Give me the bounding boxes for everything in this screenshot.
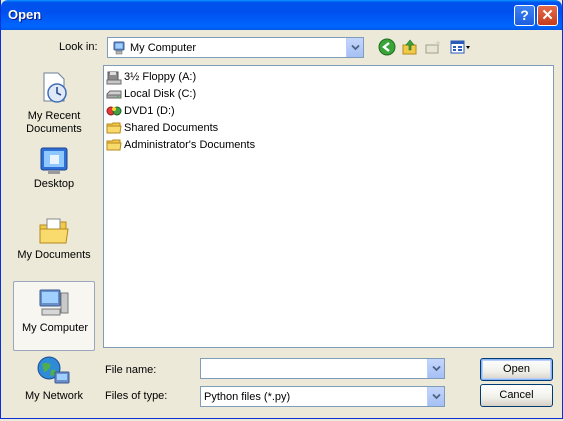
file-name: DVD1 (D:) bbox=[124, 105, 175, 117]
help-icon: ? bbox=[520, 7, 529, 23]
close-button[interactable]: ✕ bbox=[537, 5, 558, 26]
place-my-network[interactable]: My Network bbox=[13, 355, 95, 421]
place-my-computer[interactable]: My Computer bbox=[13, 281, 95, 351]
place-my-recent-documents[interactable]: My Recent Documents bbox=[13, 68, 95, 135]
place-my-documents[interactable]: My Documents bbox=[13, 212, 95, 278]
file-name: Shared Documents bbox=[124, 122, 219, 134]
recent-documents-icon bbox=[43, 72, 67, 103]
open-button[interactable]: Open bbox=[480, 358, 553, 381]
place-label: My Recent Documents bbox=[26, 110, 82, 135]
my-documents-icon bbox=[39, 218, 69, 244]
place-label: Desktop bbox=[33, 178, 75, 190]
my-network-icon bbox=[37, 356, 70, 384]
look-in-combo[interactable]: My Computer bbox=[107, 37, 364, 58]
file-name: Local Disk (C:) bbox=[124, 88, 197, 100]
views-menu-icon bbox=[450, 40, 470, 54]
place-label: My Documents bbox=[17, 249, 91, 261]
open-dialog: Open ? ✕ Look in: My Computer My Recent … bbox=[0, 0, 563, 419]
dvd-drive-icon bbox=[106, 106, 122, 116]
file-type-combo[interactable]: Python files (*.py) bbox=[200, 386, 445, 407]
folder-icon bbox=[106, 122, 122, 134]
back-button[interactable] bbox=[378, 38, 398, 57]
help-button[interactable]: ? bbox=[514, 5, 535, 26]
folder-icon bbox=[106, 139, 122, 151]
file-name-label: File name: bbox=[105, 364, 157, 376]
back-icon bbox=[378, 38, 396, 56]
places-bar: My Recent Documents Desktop My Documents bbox=[11, 64, 97, 406]
views-menu-button[interactable] bbox=[449, 38, 473, 57]
file-type-dropdown-button[interactable] bbox=[427, 387, 444, 406]
chevron-down-icon bbox=[432, 393, 441, 400]
title-bar[interactable]: Open ? ✕ bbox=[1, 0, 562, 30]
my-computer-icon bbox=[39, 289, 69, 316]
file-type-label: Files of type: bbox=[105, 390, 168, 402]
window-title: Open bbox=[8, 7, 42, 22]
file-type-value: Python files (*.py) bbox=[204, 391, 291, 403]
look-in-dropdown-button[interactable] bbox=[346, 38, 363, 57]
place-label: My Network bbox=[24, 390, 84, 402]
file-name-input[interactable] bbox=[200, 358, 445, 379]
chevron-down-icon bbox=[351, 44, 360, 51]
file-name: 3½ Floppy (A:) bbox=[124, 71, 197, 83]
file-name-dropdown-button[interactable] bbox=[427, 359, 444, 378]
new-folder-icon bbox=[425, 40, 441, 54]
up-folder-button[interactable] bbox=[401, 38, 421, 57]
place-label: My Computer bbox=[21, 322, 89, 334]
my-computer-icon bbox=[112, 41, 126, 58]
file-list[interactable]: 3½ Floppy (A:) Local Disk (C:) DVD1 (D:) bbox=[103, 65, 554, 348]
new-folder-button[interactable] bbox=[424, 38, 444, 57]
file-name: Administrator's Documents bbox=[124, 139, 256, 151]
look-in-value: My Computer bbox=[130, 42, 197, 54]
place-desktop[interactable]: Desktop bbox=[13, 142, 95, 208]
look-in-label: Look in: bbox=[59, 41, 98, 53]
desktop-icon bbox=[40, 147, 68, 174]
hard-disk-icon bbox=[106, 90, 122, 99]
up-folder-icon bbox=[402, 39, 417, 55]
chevron-down-icon bbox=[432, 365, 441, 372]
floppy-drive-icon bbox=[106, 71, 122, 85]
cancel-button[interactable]: Cancel bbox=[480, 384, 553, 407]
close-icon: ✕ bbox=[541, 7, 554, 24]
